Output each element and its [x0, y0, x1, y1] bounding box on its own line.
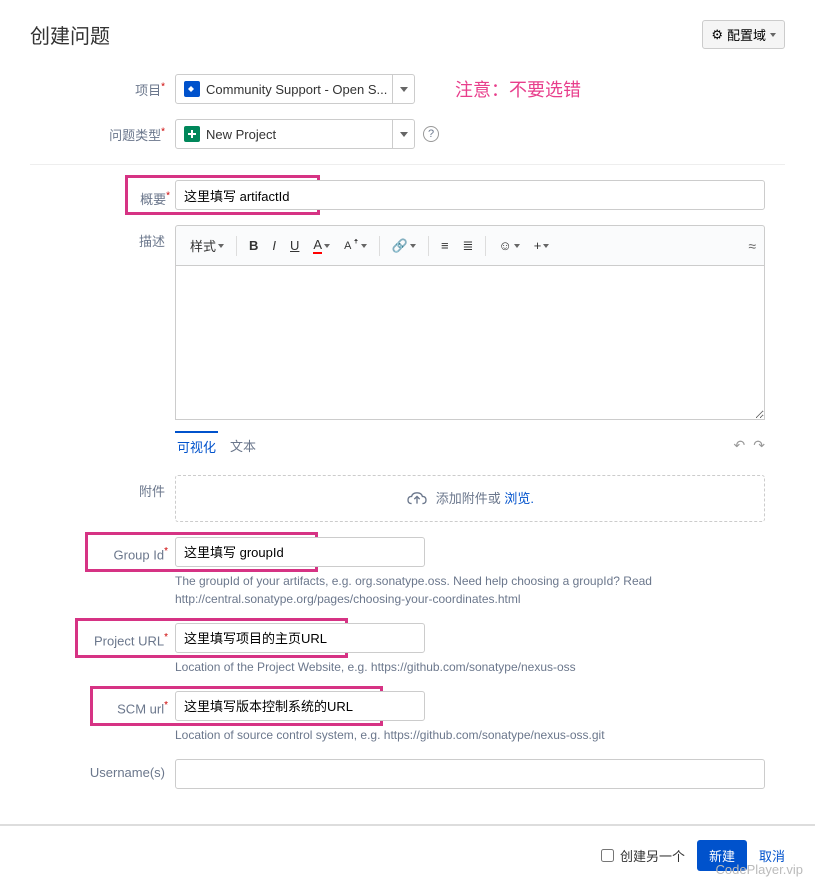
annotation-text: 注意：不要选错	[455, 76, 581, 102]
summary-label: 概要*	[130, 183, 180, 208]
bold-button[interactable]: B	[243, 234, 264, 257]
scm-url-input[interactable]	[175, 691, 425, 721]
redo-button[interactable]: ↷	[753, 437, 765, 454]
watermark-text: CodePlayer.vip	[716, 862, 803, 877]
issue-type-icon	[184, 126, 200, 142]
project-select[interactable]: Community Support - Open S...	[175, 74, 415, 104]
attach-text: 添加附件或	[436, 491, 505, 506]
tab-text[interactable]: 文本	[228, 432, 258, 459]
issue-type-value: New Project	[206, 127, 392, 142]
link-button[interactable]: 🔗	[386, 234, 422, 258]
usernames-label: Username(s)	[30, 759, 175, 780]
project-avatar-icon	[184, 81, 200, 97]
more-format-button[interactable]: Aꜛ	[338, 236, 373, 256]
project-url-input[interactable]	[175, 623, 425, 653]
group-id-label: Group Id*	[90, 540, 178, 562]
browse-link[interactable]: 浏览.	[504, 491, 534, 506]
group-id-input[interactable]	[175, 537, 425, 567]
create-another-checkbox[interactable]	[601, 849, 614, 862]
project-label: 项目*	[30, 74, 175, 99]
config-label: 配置域	[727, 25, 766, 44]
chevron-down-icon	[392, 75, 414, 103]
create-another-label[interactable]: 创建另一个	[601, 846, 685, 865]
underline-button[interactable]: U	[284, 234, 305, 257]
collapse-toolbar-icon[interactable]: ≈	[748, 238, 756, 254]
dialog-title: 创建问题	[30, 20, 110, 49]
gear-icon: ⚙	[711, 27, 723, 43]
tab-visual[interactable]: 可视化	[175, 431, 218, 460]
editor-toolbar: 样式 B I U A Aꜛ 🔗 ≡ ≣ ☺ + ≈	[175, 225, 765, 265]
scm-url-help: Location of source control system, e.g. …	[175, 726, 785, 744]
configure-fields-button[interactable]: ⚙ 配置域	[702, 20, 785, 49]
project-value: Community Support - Open S...	[206, 82, 392, 97]
attachment-label: 附件	[30, 475, 175, 500]
issue-type-select[interactable]: New Project	[175, 119, 415, 149]
group-id-help: The groupId of your artifacts, e.g. org.…	[175, 572, 785, 608]
issue-type-label: 问题类型*	[30, 119, 175, 144]
scm-url-label: SCM url*	[95, 694, 178, 716]
bullet-list-button[interactable]: ≡	[435, 234, 455, 257]
undo-button[interactable]: ↶	[734, 437, 746, 454]
description-editor[interactable]	[175, 265, 765, 420]
help-icon[interactable]: ?	[423, 126, 439, 142]
emoji-button[interactable]: ☺	[492, 234, 525, 257]
description-label: 描述	[30, 225, 175, 250]
usernames-input[interactable]	[175, 759, 765, 789]
chevron-down-icon	[392, 120, 414, 148]
chevron-down-icon	[770, 33, 776, 37]
number-list-button[interactable]: ≣	[457, 234, 480, 258]
insert-button[interactable]: +	[528, 234, 556, 257]
italic-button[interactable]: I	[266, 234, 282, 257]
text-color-button[interactable]: A	[307, 233, 336, 258]
project-url-help: Location of the Project Website, e.g. ht…	[175, 658, 785, 676]
attachment-dropzone[interactable]: 添加附件或 浏览.	[175, 475, 765, 522]
summary-input[interactable]	[175, 180, 765, 210]
project-url-label: Project URL*	[80, 626, 178, 648]
style-dropdown[interactable]: 样式	[184, 232, 230, 259]
